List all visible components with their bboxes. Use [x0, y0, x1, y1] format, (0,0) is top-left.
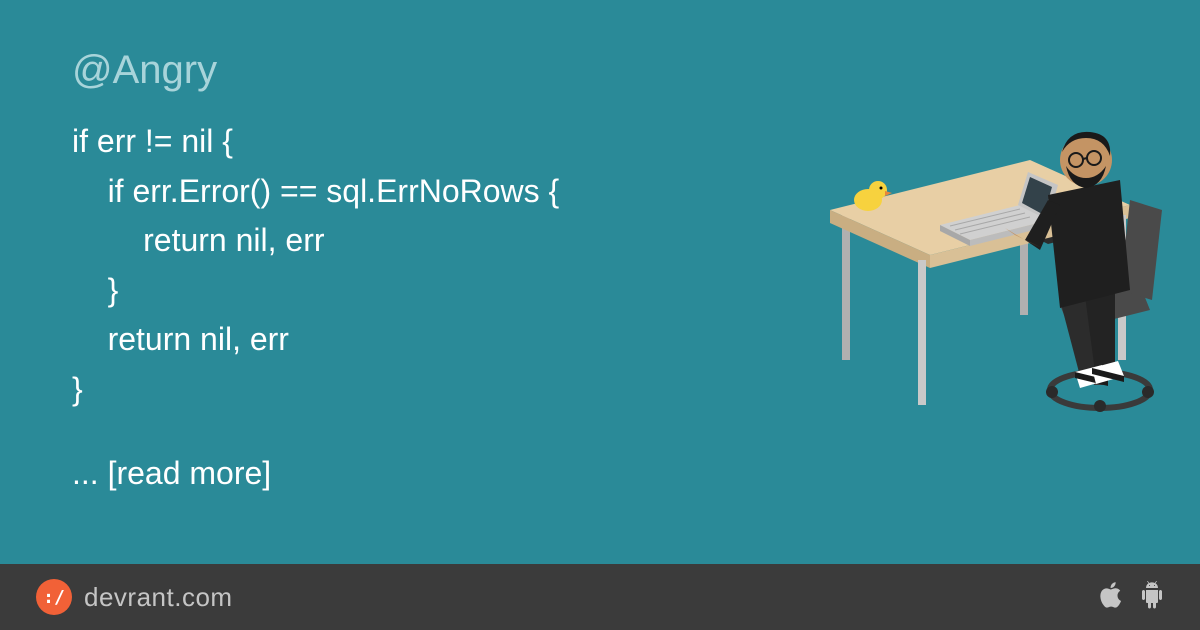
- android-icon[interactable]: [1140, 581, 1164, 614]
- read-more-link[interactable]: ... [read more]: [72, 455, 1128, 492]
- platform-icons: [1098, 581, 1164, 614]
- avatar-illustration: [790, 60, 1170, 440]
- brand[interactable]: :/ devrant.com: [36, 579, 233, 615]
- brand-name: devrant.com: [84, 582, 233, 613]
- footer-bar: :/ devrant.com: [0, 564, 1200, 630]
- brand-logo-icon: :/: [36, 579, 72, 615]
- apple-icon[interactable]: [1098, 581, 1122, 614]
